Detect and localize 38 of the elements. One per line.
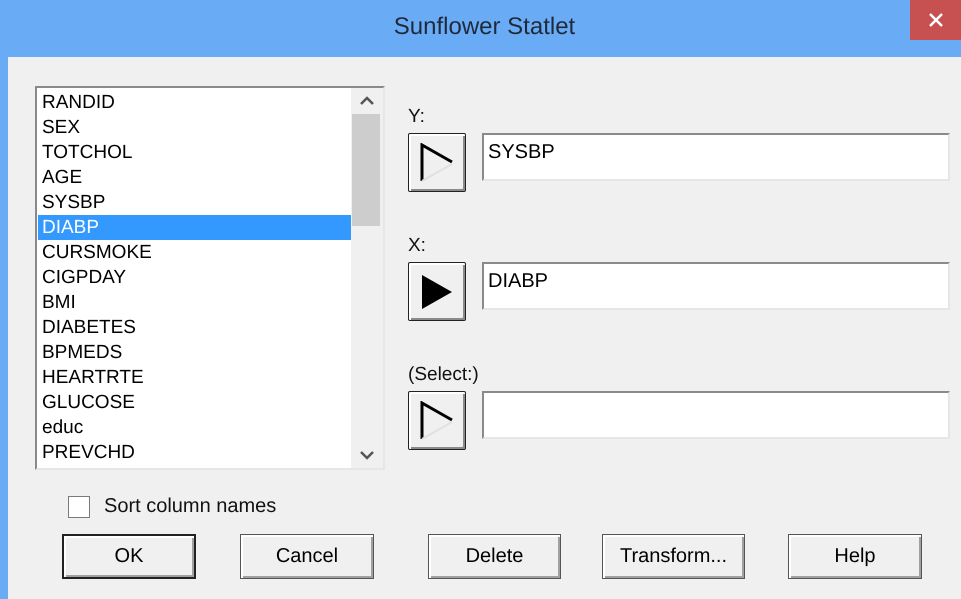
list-item[interactable]: GLUCOSE [38, 390, 351, 415]
dialog-button[interactable]: Cancel [240, 534, 374, 579]
list-item[interactable]: SEX [38, 115, 351, 140]
list-item[interactable]: AGE [38, 165, 351, 190]
list-item[interactable]: CURSMOKE [38, 240, 351, 265]
dialog-button[interactable]: Help [788, 534, 922, 579]
dialog-button[interactable]: OK [62, 534, 196, 579]
list-item[interactable]: RANDID [38, 90, 351, 115]
input-field[interactable]: DIABP [482, 262, 950, 310]
assign-button[interactable] [408, 262, 466, 321]
play-arrow-icon [420, 272, 454, 310]
list-item[interactable]: SYSBP [38, 190, 351, 215]
input-field[interactable]: SYSBP [482, 133, 950, 181]
list-item[interactable]: BPMEDS [38, 340, 351, 365]
list-item[interactable]: educ [38, 415, 351, 440]
window-title: Sunflower Statlet [394, 13, 576, 41]
list-item[interactable]: TOTCHOL [38, 140, 351, 165]
scrollbar[interactable] [351, 88, 383, 468]
checkbox-label: Sort column names [104, 495, 276, 518]
list-item[interactable]: HEARTRTE [38, 365, 351, 390]
close-button[interactable] [910, 0, 961, 40]
list-item[interactable]: CIGPDAY [38, 265, 351, 290]
list-item[interactable]: BMI [38, 290, 351, 315]
list-item[interactable]: PREVCHD [38, 440, 351, 465]
dialog-button[interactable]: Transform... [602, 534, 745, 579]
list-item[interactable]: DIABETES [38, 315, 351, 340]
field-label: X: [408, 235, 426, 257]
input-field[interactable] [482, 391, 950, 439]
scroll-up-icon[interactable] [359, 96, 375, 106]
field-label: Y: [408, 106, 425, 128]
scroll-down-icon[interactable] [359, 450, 375, 460]
close-icon [928, 13, 942, 27]
assign-button[interactable] [408, 133, 466, 192]
dialog-button[interactable]: Delete [428, 534, 561, 579]
field-label: (Select:) [408, 364, 479, 386]
assign-button[interactable] [408, 391, 466, 450]
scrollbar-thumb[interactable] [352, 114, 380, 226]
checkbox[interactable] [68, 496, 90, 518]
